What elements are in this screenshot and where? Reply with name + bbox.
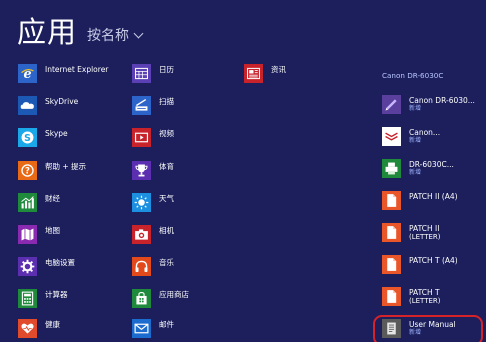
pdf-document-icon [382, 223, 401, 242]
pdf-document-icon [382, 287, 401, 306]
mail-icon [132, 319, 151, 338]
calculator-icon [18, 289, 37, 308]
internet-explorer-icon: e [18, 64, 37, 83]
app-tile-calendar[interactable]: 日历 [132, 64, 174, 83]
app-tile-patcht-letter[interactable]: PATCH T (LETTER) [382, 287, 441, 306]
store-bag-icon [132, 289, 151, 308]
weather-sun-icon [132, 193, 151, 212]
news-icon [244, 64, 263, 83]
app-tile-video[interactable]: 视频 [132, 128, 174, 147]
app-label: Internet Explorer [45, 65, 109, 74]
app-tile-skydrive[interactable]: SkyDrive [18, 96, 78, 115]
sports-trophy-icon [132, 161, 151, 180]
app-tile-dr6030c[interactable]: DR-6030C... 新增 [382, 159, 454, 178]
app-tile-internet-explorer[interactable]: e Internet Explorer [18, 64, 108, 83]
app-label: 地图 [45, 226, 60, 235]
app-tile-patch2-a4[interactable]: PATCH II (A4) [382, 191, 458, 210]
app-label: PATCH T (A4) [409, 256, 458, 265]
app-label: PATCH T (LETTER) [409, 288, 441, 305]
new-badge: 新增 [409, 169, 422, 176]
app-tile-maps[interactable]: 地图 [18, 225, 60, 244]
app-label: 邮件 [159, 320, 174, 329]
app-label: 资讯 [271, 65, 286, 74]
app-label: 应用商店 [159, 290, 189, 299]
app-label: 帮助 + 提示 [45, 162, 87, 171]
canon-scanner-icon [382, 95, 401, 114]
app-tile-finance[interactable]: 财经 [18, 193, 60, 212]
scan-icon [132, 96, 151, 115]
app-tile-patch2-letter[interactable]: PATCH II (LETTER) [382, 223, 441, 242]
pdf-document-icon [382, 191, 401, 210]
app-label: 计算器 [45, 290, 68, 299]
app-tile-scan[interactable]: 扫描 [132, 96, 174, 115]
page-title: 应用 [17, 15, 78, 49]
scanner-printer-icon [382, 159, 401, 178]
app-tile-music[interactable]: 音乐 [132, 257, 174, 276]
video-icon [132, 128, 151, 147]
app-tile-help-tips[interactable]: ? 帮助 + 提示 [18, 161, 86, 180]
app-tile-canon-dr6030-1[interactable]: Canon DR-6030... 新增 [382, 95, 475, 114]
maps-icon [18, 225, 37, 244]
settings-gear-icon [18, 257, 37, 276]
help-icon: ? [18, 161, 37, 180]
app-tile-store[interactable]: 应用商店 [132, 289, 189, 308]
app-tile-patcht-a4[interactable]: PATCH T (A4) [382, 255, 458, 274]
health-heart-icon [18, 319, 37, 338]
app-label: 音乐 [159, 258, 174, 267]
app-tile-skype[interactable]: S Skype [18, 128, 68, 147]
app-tile-health[interactable]: 健康 [18, 319, 60, 338]
app-tile-calculator[interactable]: 计算器 [18, 289, 68, 308]
chevron-down-icon [133, 28, 144, 39]
app-label: PATCH II (LETTER) [409, 224, 441, 241]
group-title-canon: Canon DR-6030C [382, 71, 444, 80]
app-label: 电脑设置 [45, 258, 75, 267]
app-tile-sports[interactable]: 体育 [132, 161, 174, 180]
skydrive-cloud-icon [18, 96, 37, 115]
app-label: 健康 [45, 320, 60, 329]
app-tile-camera[interactable]: 相机 [132, 225, 174, 244]
svg-text:S: S [24, 133, 31, 144]
app-label: 视频 [159, 129, 174, 138]
calendar-icon [132, 64, 151, 83]
canon-document-icon [382, 127, 401, 146]
app-label: 体育 [159, 162, 174, 171]
app-tile-news[interactable]: 资讯 [244, 64, 286, 83]
new-badge: 新增 [409, 137, 422, 144]
camera-icon [132, 225, 151, 244]
bottom-edge [0, 342, 486, 346]
app-tile-pc-settings[interactable]: 电脑设置 [18, 257, 75, 276]
new-badge: 新增 [409, 105, 422, 112]
app-label: Canon... 新增 [409, 128, 441, 144]
app-label: 相机 [159, 226, 174, 235]
svg-text:?: ? [25, 166, 30, 176]
sort-label: 按名称 [87, 28, 129, 44]
sort-by-name-dropdown[interactable]: 按名称 [87, 27, 144, 45]
app-label: SkyDrive [45, 97, 79, 106]
app-tile-weather[interactable]: 天气 [132, 193, 174, 212]
app-label: 扫描 [159, 97, 174, 106]
finance-chart-icon [18, 193, 37, 212]
app-tile-mail[interactable]: 邮件 [132, 319, 174, 338]
app-tile-canon-2[interactable]: Canon... 新增 [382, 127, 440, 146]
app-label: Skype [45, 129, 68, 138]
app-label: 天气 [159, 194, 174, 203]
apps-screen: 应用 按名称 e Internet Explorer SkyDrive S Sk… [0, 0, 486, 346]
pdf-document-icon [382, 255, 401, 274]
music-headphones-icon [132, 257, 151, 276]
skype-icon: S [18, 128, 37, 147]
app-label: PATCH II (A4) [409, 192, 458, 201]
app-label: Canon DR-6030... 新增 [409, 96, 475, 112]
app-label: DR-6030C... 新增 [409, 160, 454, 176]
app-label: 日历 [159, 65, 174, 74]
app-label: 财经 [45, 194, 60, 203]
